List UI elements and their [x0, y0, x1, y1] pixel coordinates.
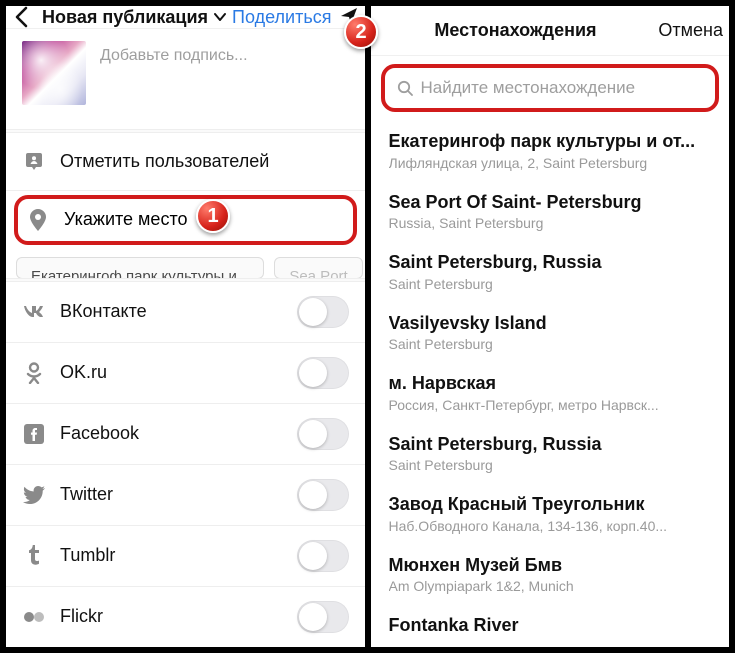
add-location-row[interactable]: Укажите место: [14, 195, 357, 245]
callout-badge-2: 2: [344, 15, 378, 49]
social-row-vk: ВКонтакте: [6, 282, 365, 343]
location-sub: Saint Petersburg: [389, 336, 714, 352]
left-phone: Новая публикация Поделиться Добавьте под…: [6, 6, 365, 647]
flickr-icon: [22, 611, 46, 623]
tag-people-row[interactable]: Отметить пользователей: [6, 133, 365, 191]
search-icon: [397, 80, 413, 96]
right-header: Местонахождения Отмена: [371, 6, 730, 56]
social-row-flickr: Flickr: [6, 587, 365, 647]
location-item[interactable]: Мюнхен Музей Бмв Am Olympiapark 1&2, Mun…: [371, 544, 730, 605]
post-thumbnail[interactable]: [22, 41, 86, 105]
location-name: Vasilyevsky Island: [389, 312, 714, 335]
toggle-twitter[interactable]: [297, 479, 349, 511]
location-sub: Saint Petersburg: [389, 457, 714, 473]
location-chip[interactable]: Екатерингоф парк культуры и...: [16, 257, 264, 278]
social-label: Flickr: [60, 606, 283, 627]
vk-icon: [22, 305, 46, 319]
location-name: Fontanka River: [389, 614, 714, 637]
toggle-vk[interactable]: [297, 296, 349, 328]
location-item[interactable]: Neva River: [371, 647, 730, 648]
share-button[interactable]: Поделиться: [232, 7, 331, 28]
search-wrap: Найдите местонахождение: [381, 64, 720, 112]
person-tag-icon: [22, 151, 46, 171]
location-name: м. Нарвская: [389, 372, 714, 395]
location-item[interactable]: м. Нарвская Россия, Санкт-Петербург, мет…: [371, 362, 730, 423]
location-name: Мюнхен Музей Бмв: [389, 554, 714, 577]
location-sub: Наб.Обводного Канала, 134-136, корп.40..…: [389, 518, 714, 534]
location-sub: Russia, Saint Petersburg: [389, 215, 714, 231]
location-name: Завод Красный Треугольник: [389, 493, 714, 516]
location-item[interactable]: Екатерингоф парк культуры и от... Лифлян…: [371, 120, 730, 181]
pin-icon: [26, 209, 50, 231]
location-item[interactable]: Saint Petersburg, Russia Saint Petersbur…: [371, 241, 730, 302]
location-list[interactable]: Екатерингоф парк культуры и от... Лифлян…: [371, 120, 730, 647]
location-suggestions: Екатерингоф парк культуры и... Sea Port: [6, 249, 365, 278]
location-sub: Россия, Санкт-Петербург, метро Нарвск...: [389, 397, 714, 413]
search-highlight: Найдите местонахождение: [381, 64, 720, 112]
caption-input[interactable]: Добавьте подпись...: [100, 41, 248, 65]
add-location-label: Укажите место: [64, 209, 188, 230]
location-item[interactable]: Завод Красный Треугольник Наб.Обводного …: [371, 483, 730, 544]
social-row-twitter: Twitter: [6, 465, 365, 526]
social-label: OK.ru: [60, 362, 283, 383]
right-phone: Местонахождения Отмена Найдите местонахо…: [371, 6, 730, 647]
social-row-fb: Facebook: [6, 404, 365, 465]
facebook-icon: [22, 424, 46, 444]
tag-people-label: Отметить пользователей: [60, 151, 349, 172]
social-label: Facebook: [60, 423, 283, 444]
search-placeholder: Найдите местонахождение: [421, 78, 636, 98]
twitter-icon: [22, 486, 46, 504]
location-name: Sea Port Of Saint- Petersburg: [389, 191, 714, 214]
social-label: ВКонтакте: [60, 301, 283, 322]
compose-row: Добавьте подпись...: [6, 29, 365, 129]
location-name: Saint Petersburg, Russia: [389, 251, 714, 274]
locations-title: Местонахождения: [379, 20, 653, 41]
social-label: Tumblr: [60, 545, 283, 566]
back-icon[interactable]: [14, 6, 36, 28]
location-name: Екатерингоф парк культуры и от...: [389, 130, 714, 153]
location-sub: Лифляндская улица, 2, Saint Petersburg: [389, 155, 714, 171]
location-sub: Am Olympiapark 1&2, Munich: [389, 578, 714, 594]
location-sub: Saint Petersburg: [389, 276, 714, 292]
callout-badge-1: 1: [196, 199, 230, 233]
location-item[interactable]: Saint Petersburg, Russia Saint Petersbur…: [371, 423, 730, 484]
social-row-ok: OK.ru: [6, 343, 365, 404]
location-name: Saint Petersburg, Russia: [389, 433, 714, 456]
social-label: Twitter: [60, 484, 283, 505]
toggle-fb[interactable]: [297, 418, 349, 450]
toggle-ok[interactable]: [297, 357, 349, 389]
location-chip[interactable]: Sea Port: [274, 257, 362, 278]
cancel-button[interactable]: Отмена: [658, 20, 723, 41]
ok-icon: [22, 362, 46, 384]
toggle-tumblr[interactable]: [297, 540, 349, 572]
location-item[interactable]: Vasilyevsky Island Saint Petersburg: [371, 302, 730, 363]
left-header: Новая публикация Поделиться: [6, 6, 365, 29]
toggle-flickr[interactable]: [297, 601, 349, 633]
tumblr-icon: [22, 545, 46, 567]
header-title: Новая публикация: [42, 7, 208, 28]
location-item[interactable]: Fontanka River: [371, 604, 730, 647]
screenshot-frame: 1 2 Новая публикация Поделиться Добавьте…: [0, 0, 735, 653]
social-share-list: ВКонтакте OK.ru Facebook: [6, 282, 365, 647]
location-item[interactable]: Sea Port Of Saint- Petersburg Russia, Sa…: [371, 181, 730, 242]
social-row-tumblr: Tumblr: [6, 526, 365, 587]
search-input[interactable]: Найдите местонахождение: [393, 74, 708, 102]
chevron-down-icon[interactable]: [214, 12, 226, 22]
